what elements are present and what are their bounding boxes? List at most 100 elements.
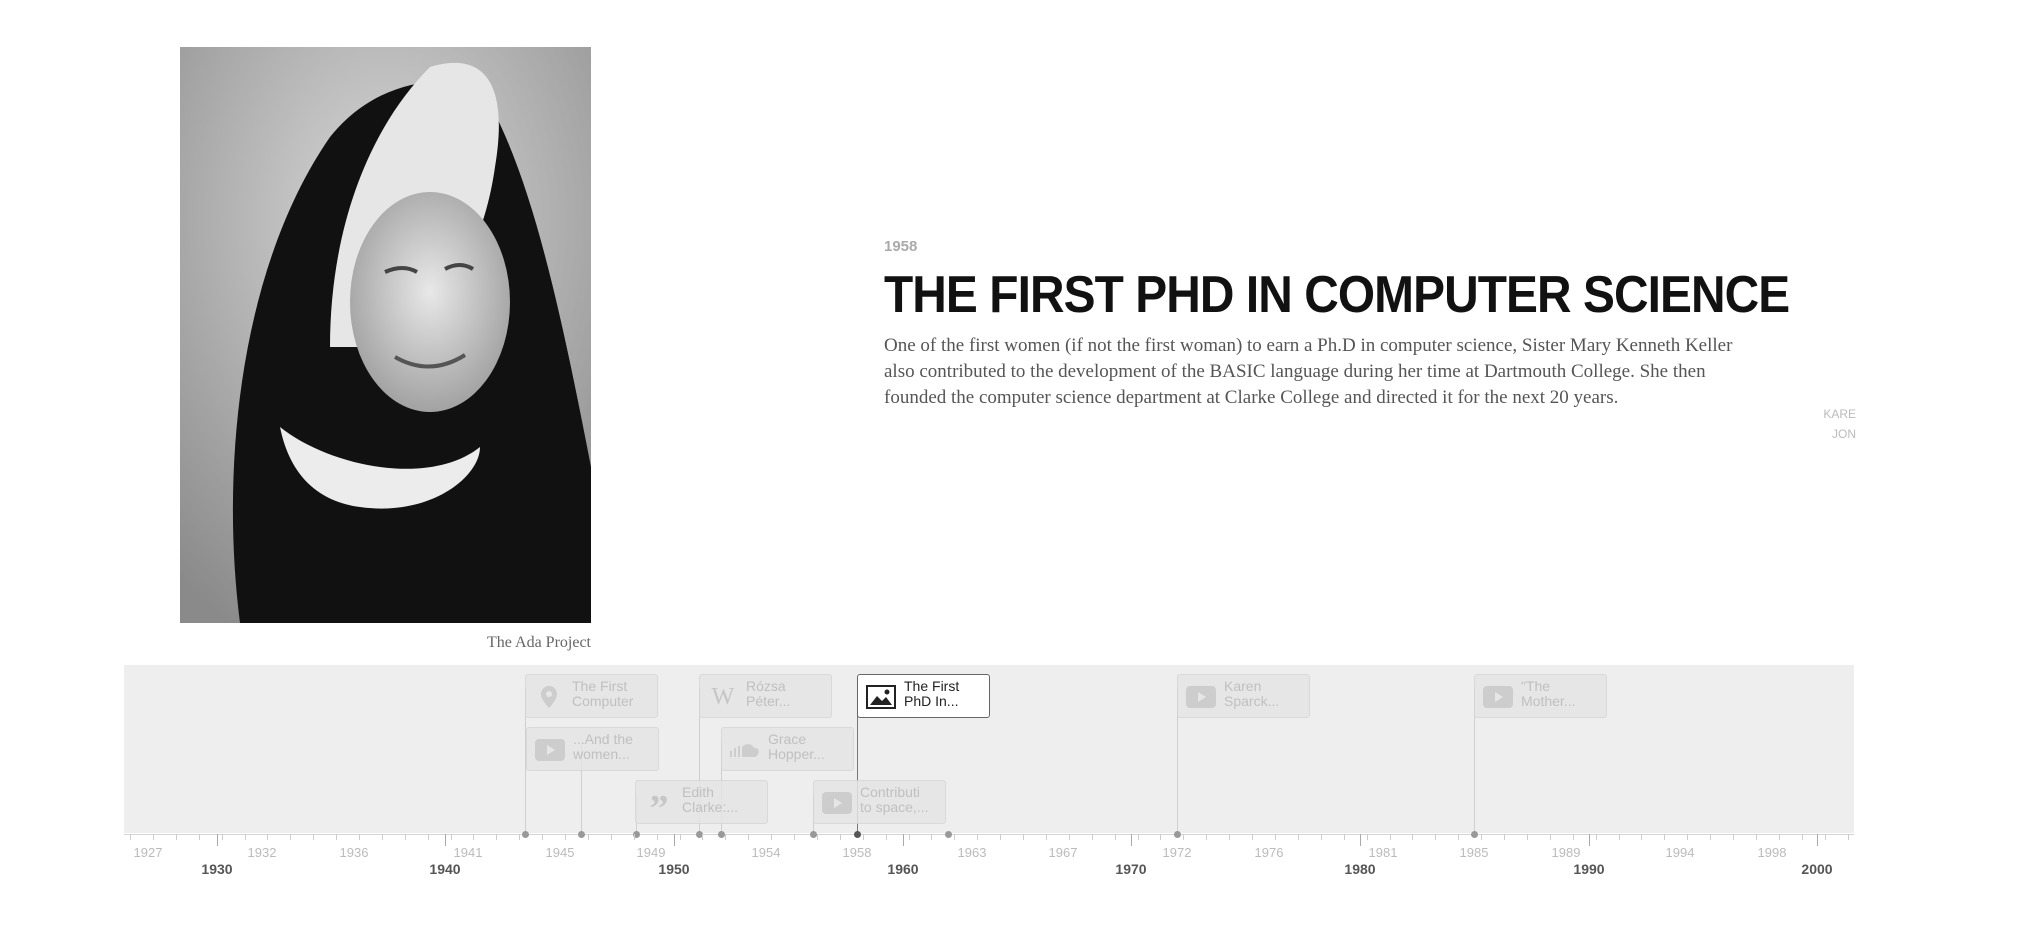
minor-tick [199,834,200,840]
minor-tick [886,834,887,840]
timeline-dot [1174,831,1181,838]
timeline-marker-karen-sparck[interactable]: Karen Sparck... [1177,674,1310,718]
minor-tick [245,834,246,840]
minor-tick [382,834,383,840]
minor-tick [1367,834,1368,840]
timeline-marker-and-the-women[interactable]: ...And the women... [526,727,659,771]
minor-tick [840,834,841,840]
year-label-minor: 1981 [1368,845,1398,860]
minor-tick [1298,834,1299,840]
minor-tick [771,834,772,840]
timeline-marker-edith-clarke[interactable]: ” Edith Clarke:... [635,780,768,830]
marker-label: The First PhD In... [904,679,960,709]
timeline-marker-rozsa-peter[interactable]: W Rózsa Péter... [699,674,832,718]
year-label-major: 1970 [1115,861,1147,877]
minor-tick [1573,834,1574,840]
video-icon [822,792,852,814]
year-label-minor: 1998 [1757,845,1787,860]
minor-tick [1664,834,1665,840]
minor-tick [909,834,910,840]
year-label-major: 2000 [1801,861,1833,877]
year-label-major: 1960 [887,861,919,877]
minor-tick [1412,834,1413,840]
minor-tick [954,834,955,840]
video-icon [1483,686,1513,708]
year-label-major: 1930 [201,861,233,877]
minor-tick [336,834,337,840]
year-label-minor: 1976 [1254,845,1284,860]
minor-tick [725,834,726,840]
minor-tick [313,834,314,840]
major-tick [217,834,218,846]
next-slide-peek[interactable]: KARE JON [1820,404,1856,444]
year-label-minor: 1954 [751,845,781,860]
quote-icon: ” [649,788,669,830]
minor-tick [931,834,932,840]
minor-tick [1229,834,1230,840]
minor-tick [496,834,497,840]
soundcloud-icon [730,739,760,761]
minor-tick [1527,834,1528,840]
year-label-major: 1950 [658,861,690,877]
minor-tick [748,834,749,840]
wikipedia-icon: W [711,683,735,710]
timeline-marker-grace-hopper[interactable]: Grace Hopper... [721,727,854,771]
timeline-dot [1471,831,1478,838]
minor-tick [1550,834,1551,840]
minor-tick [222,834,223,840]
minor-tick [1687,834,1688,840]
marker-label: Rózsa Péter... [746,679,791,709]
map-pin-icon [534,686,564,708]
minor-tick [1848,834,1849,840]
minor-tick [863,834,864,840]
minor-tick [1779,834,1780,840]
year-label-minor: 1972 [1162,845,1192,860]
video-icon [535,739,565,761]
minor-tick [702,834,703,840]
major-tick [903,834,904,846]
minor-tick [451,834,452,840]
slide-text: 1958 THE FIRST PHD IN COMPUTER SCIENCE O… [884,238,1790,411]
major-tick [445,834,446,846]
timeline-axis [124,834,1854,835]
year-label-major: 1990 [1573,861,1605,877]
minor-tick [1435,834,1436,840]
minor-tick [267,834,268,840]
minor-tick [1183,834,1184,840]
minor-tick [1756,834,1757,840]
minor-tick [359,834,360,840]
minor-tick [1619,834,1620,840]
year-label-minor: 1963 [957,845,987,860]
minor-tick [1390,834,1391,840]
minor-tick [657,834,658,840]
timeline-marker-first-computer[interactable]: The First Computer [525,674,658,718]
timeline-marker-first-phd[interactable]: The First PhD In... [857,674,990,718]
timeline-dot [945,831,952,838]
minor-tick [1000,834,1001,840]
image-icon [866,685,896,709]
minor-tick [1458,834,1459,840]
timeline-marker-contribution-space[interactable]: Contributi to space,... [813,780,946,824]
year-label-minor: 1994 [1665,845,1695,860]
minor-tick [565,834,566,840]
minor-tick [1023,834,1024,840]
year-label-minor: 1941 [453,845,483,860]
major-tick [1817,834,1818,846]
minor-tick [1344,834,1345,840]
minor-tick [1069,834,1070,840]
marker-label: Karen Sparck... [1224,679,1280,709]
year-label-minor: 1985 [1459,845,1489,860]
minor-tick [1710,834,1711,840]
year-label-minor: 1927 [133,845,163,860]
minor-tick [130,834,131,840]
minor-tick [1733,834,1734,840]
timeline-dot [522,831,529,838]
minor-tick [1802,834,1803,840]
minor-tick [1596,834,1597,840]
timeline-marker-the-mother[interactable]: "The Mother... [1474,674,1607,718]
minor-tick [405,834,406,840]
minor-tick [1481,834,1482,840]
marker-label: Edith Clarke:... [682,785,739,815]
minor-tick [290,834,291,840]
slide-date: 1958 [884,238,918,255]
